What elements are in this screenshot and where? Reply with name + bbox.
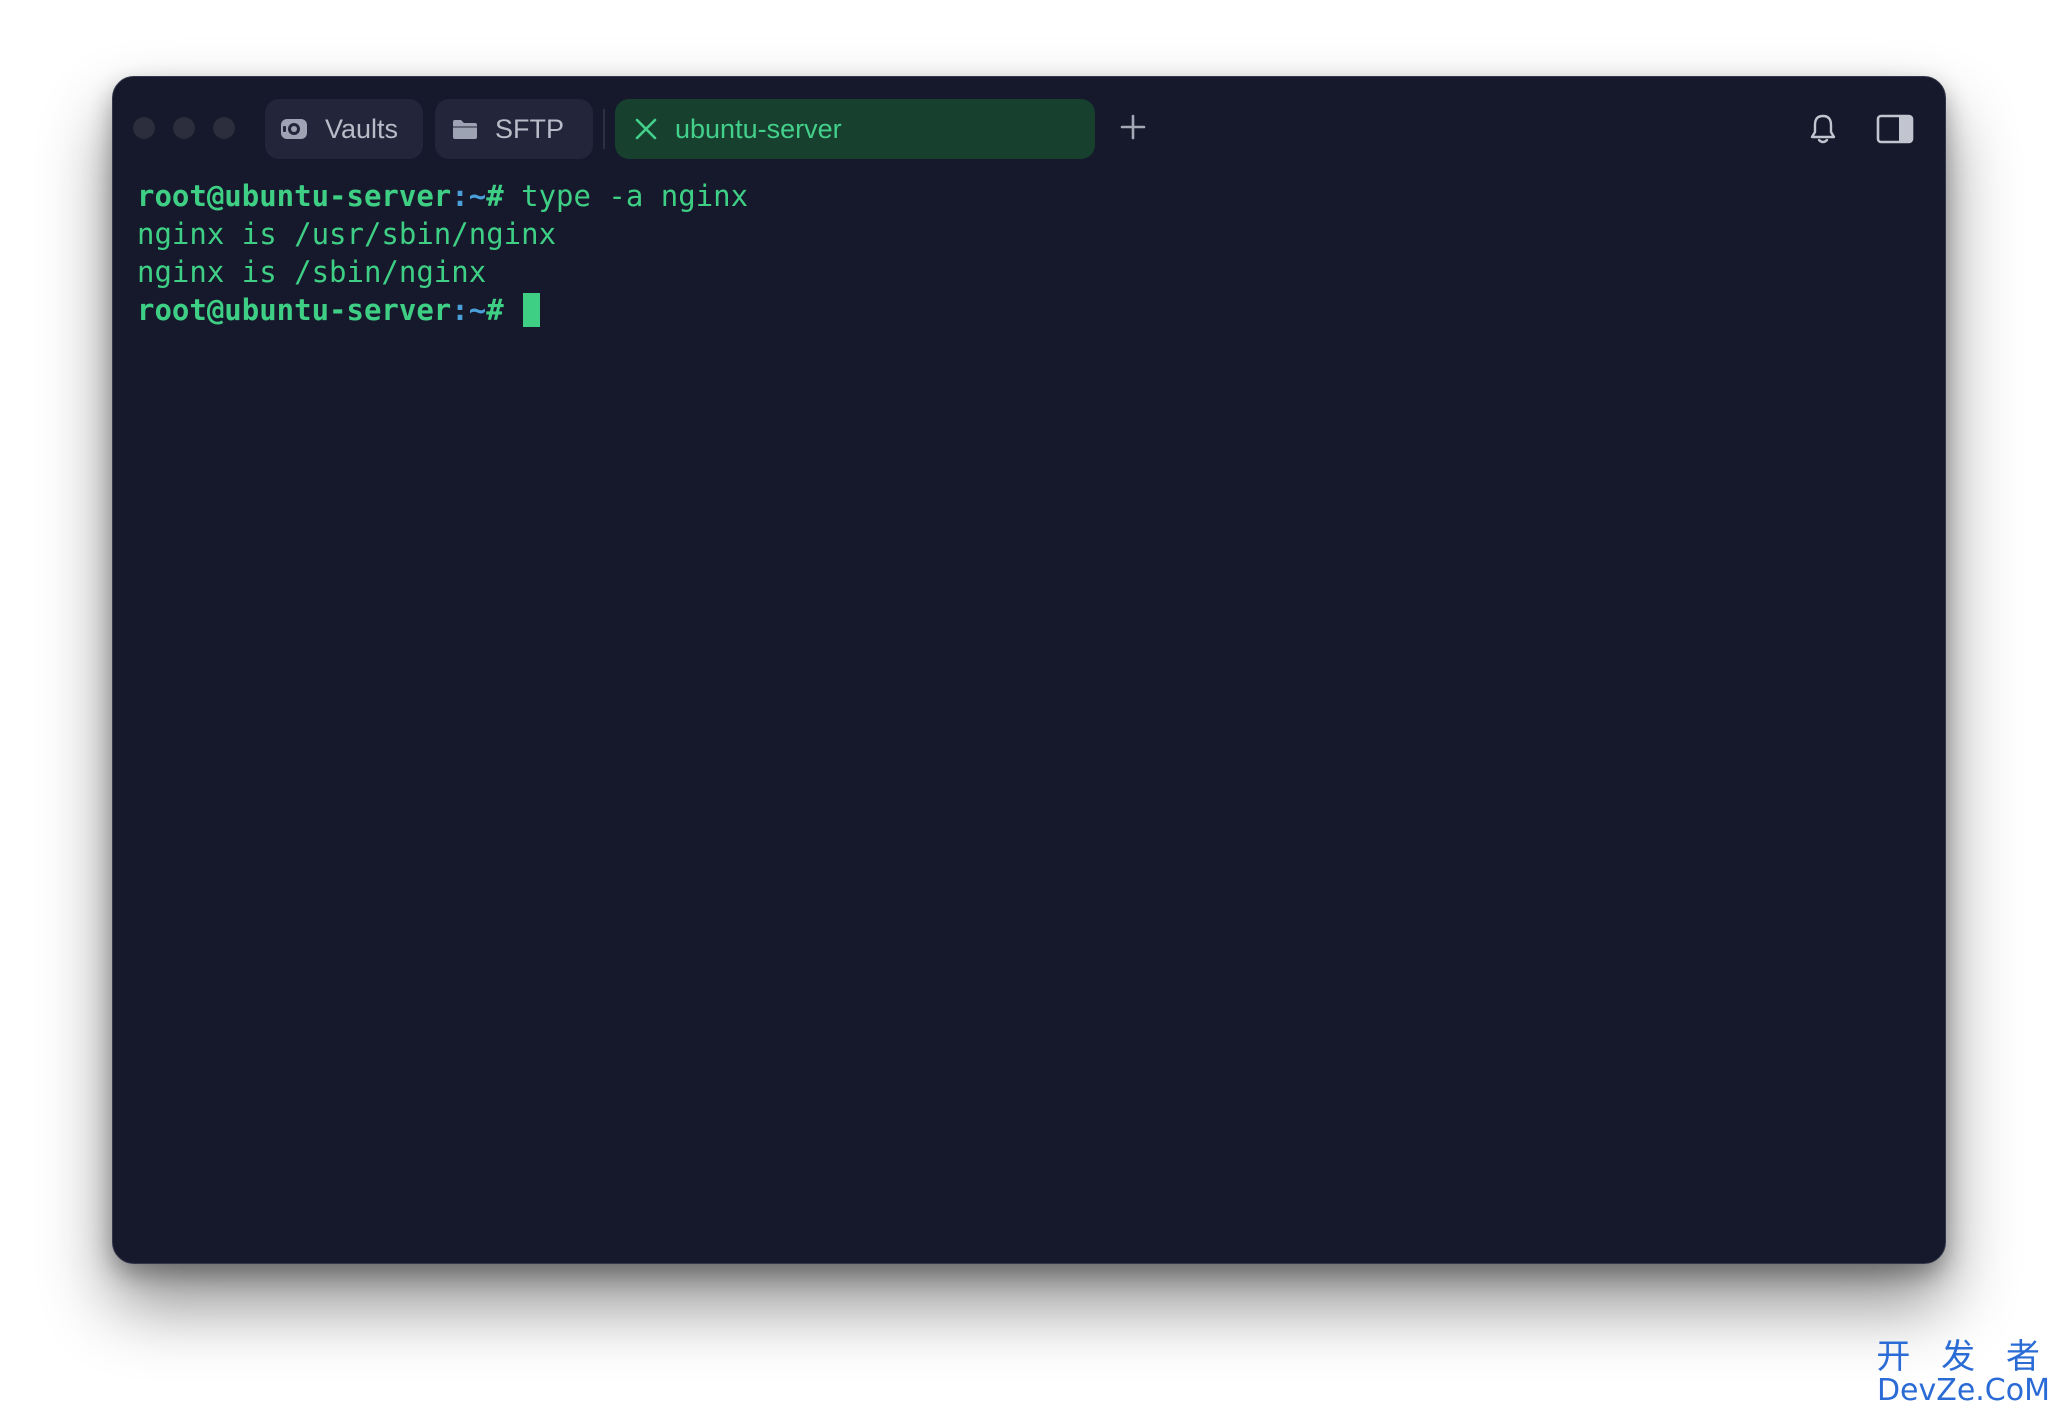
sidebar-toggle-button[interactable] <box>1875 111 1915 147</box>
new-tab-button[interactable] <box>1113 109 1153 149</box>
title-bar: Vaults SFTP ubuntu-server <box>113 77 1945 181</box>
terminal-cursor <box>523 293 541 327</box>
watermark-cn: 开 发 者 <box>1876 1337 2050 1377</box>
notifications-button[interactable] <box>1805 111 1841 147</box>
close-window-button[interactable] <box>133 117 155 139</box>
vault-icon <box>279 114 309 144</box>
plus-icon <box>1119 113 1147 146</box>
tab-divider <box>603 109 605 149</box>
tab-vaults[interactable]: Vaults <box>265 99 423 159</box>
sidebar-toggle-icon <box>1875 114 1915 151</box>
tab-sftp[interactable]: SFTP <box>435 99 593 159</box>
tab-vaults-label: Vaults <box>325 113 399 144</box>
terminal-line: nginx is /usr/sbin/nginx <box>137 217 557 251</box>
prompt-user: root@ubuntu-server <box>137 293 452 327</box>
terminal-line: root@ubuntu-server:~# <box>137 291 1921 329</box>
command-text: type -a nginx <box>503 179 749 213</box>
prompt-hash: # <box>486 179 504 213</box>
terminal-window: Vaults SFTP ubuntu-server root@ubuntu-se… <box>112 76 1946 1264</box>
prompt-path: :~ <box>451 179 487 213</box>
tab-sftp-label: SFTP <box>495 113 565 144</box>
command-text <box>504 293 521 327</box>
folder-icon <box>451 117 479 141</box>
zoom-window-button[interactable] <box>213 117 235 139</box>
watermark-en: DevZe.CoM <box>1876 1373 2050 1408</box>
tab-ubuntu-server[interactable]: ubuntu-server <box>615 99 1095 159</box>
tab-ubuntu-server-label: ubuntu-server <box>675 113 842 144</box>
close-icon[interactable] <box>633 116 659 142</box>
terminal-line: root@ubuntu-server:~# type -a nginx <box>137 177 1921 215</box>
prompt-hash: # <box>486 293 504 327</box>
watermark: 开 发 者 DevZe.CoM <box>1876 1340 2050 1406</box>
prompt-path: :~ <box>451 293 487 327</box>
bell-icon <box>1805 114 1841 151</box>
terminal-output[interactable]: root@ubuntu-server:~# type -a nginx ngin… <box>137 177 1921 1243</box>
terminal-line: nginx is /sbin/nginx <box>137 255 487 289</box>
minimize-window-button[interactable] <box>173 117 195 139</box>
prompt-user: root@ubuntu-server <box>137 179 452 213</box>
